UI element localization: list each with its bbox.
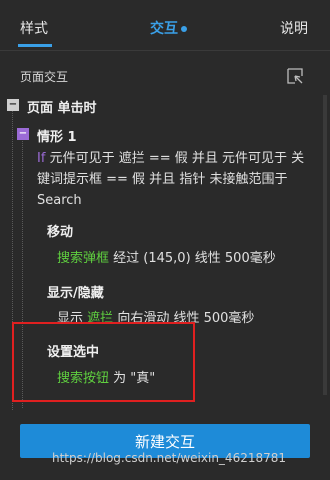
tab-style[interactable]: 样式 <box>20 18 48 38</box>
action-title-show-hide[interactable]: 显示/隐藏 <box>47 282 104 301</box>
case-condition[interactable]: If 元件可见于 遮拦 == 假 并且 元件可见于 关键词提示框 == 假 并且… <box>37 148 312 211</box>
new-interaction-label: 新建交互 <box>134 432 195 451</box>
action-title-move[interactable]: 移动 <box>47 221 73 240</box>
condition-text: 元件可见于 遮拦 == 假 并且 元件可见于 关键词提示框 == 假 并且 指针… <box>37 151 305 208</box>
tab-bar: 样式 交互 说明 <box>0 0 330 51</box>
expand-cursor-icon[interactable] <box>287 68 303 84</box>
watermark-text: https://blog.csdn.net/weixin_46218781 <box>52 451 287 465</box>
tab-notes[interactable]: 说明 <box>280 18 308 38</box>
tab-style-label: 样式 <box>20 21 48 37</box>
event-label[interactable]: 页面 单击时 <box>27 97 97 116</box>
tab-underline <box>18 44 52 47</box>
collapse-event-icon[interactable]: − <box>7 99 19 111</box>
action-move-target: 搜索弹框 <box>57 251 110 266</box>
action-move-params: 经过 (145,0) 线性 500毫秒 <box>113 251 276 266</box>
scrollbar[interactable] <box>323 95 327 395</box>
action-move-detail[interactable]: 搜索弹框 经过 (145,0) 线性 500毫秒 <box>57 247 276 266</box>
tab-interaction-label: 交互 <box>150 21 178 37</box>
collapse-case-icon[interactable]: − <box>17 128 29 140</box>
tab-interaction[interactable]: 交互 <box>150 18 187 38</box>
active-dot-icon <box>181 26 187 32</box>
condition-keyword: If <box>37 151 46 166</box>
panel-title: 页面交互 <box>20 70 69 84</box>
tab-notes-label: 说明 <box>280 21 308 37</box>
highlight-box <box>12 322 195 402</box>
case-label[interactable]: 情形 1 <box>37 126 77 145</box>
